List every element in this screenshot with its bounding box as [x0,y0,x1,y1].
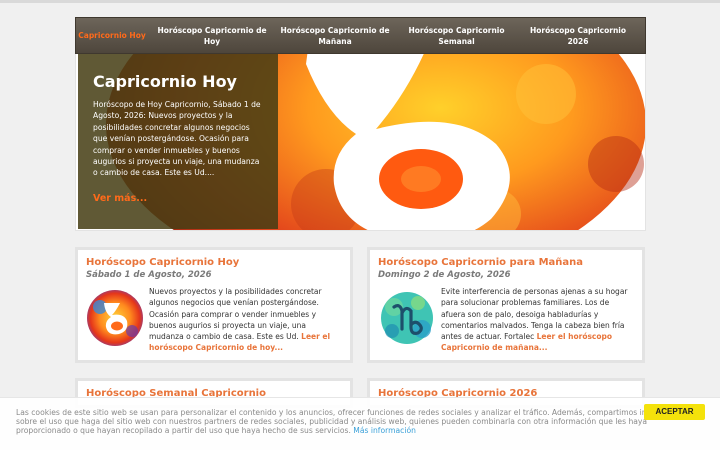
card-horoscopo-hoy: Horóscopo Capricornio Hoy Sábado 1 de Ag… [75,247,353,363]
card-date: Sábado 1 de Agosto, 2026 [86,270,212,280]
card-summary: Evite interferencia de personas ajenas a… [441,286,634,354]
card-date: Domingo 2 de Agosto, 2026 [378,270,511,280]
cookie-accept-button[interactable]: ACEPTAR [644,404,705,420]
hero-text-panel: Capricornio Hoy Horóscopo de Hoy Caprico… [78,54,278,229]
hero-more-link[interactable]: Ver más... [93,193,147,204]
page-wrapper: Capricornio Hoy Horóscopo Capricornio de… [75,17,646,231]
cookie-banner: Las cookies de este sitio web se usan pa… [0,397,720,450]
card-horoscopo-manana: Horóscopo Capricornio para Mañana Doming… [367,247,645,363]
nav-item-horoscopo-hoy[interactable]: Horóscopo Capricornio de Hoy [148,25,276,47]
card-summary-text: Nuevos proyectos y la posibilidades conc… [149,287,322,342]
hero-title: Capricornio Hoy [93,72,237,91]
cookie-more-info-link[interactable]: Más información [353,426,416,435]
cookie-message: Las cookies de este sitio web se usan pa… [16,408,685,435]
card-title[interactable]: Horóscopo Capricornio para Mañana [378,257,634,268]
card-summary: Nuevos proyectos y la posibilidades conc… [149,286,342,354]
capricorn-glyph-icon[interactable] [378,289,436,347]
main-nav: Capricornio Hoy Horóscopo Capricornio de… [75,17,646,54]
nav-item-capricornio-hoy[interactable]: Capricornio Hoy [76,30,148,41]
nav-item-horoscopo-2026[interactable]: Horóscopo Capricornio 2026 [519,25,637,47]
cookie-text: Las cookies de este sitio web se usan pa… [16,408,688,435]
top-border [0,0,720,3]
capricorn-symbol-icon[interactable] [86,289,144,347]
hero-summary: Horóscopo de Hoy Capricornio, Sábado 1 d… [93,100,261,178]
card-title[interactable]: Horóscopo Capricornio Hoy [86,257,342,268]
nav-item-horoscopo-semanal[interactable]: Horóscopo Capricornio Semanal [394,25,519,47]
hero-banner: Capricornio Hoy Horóscopo de Hoy Caprico… [75,54,646,231]
nav-item-horoscopo-manana[interactable]: Horóscopo Capricornio de Mañana [276,25,394,47]
